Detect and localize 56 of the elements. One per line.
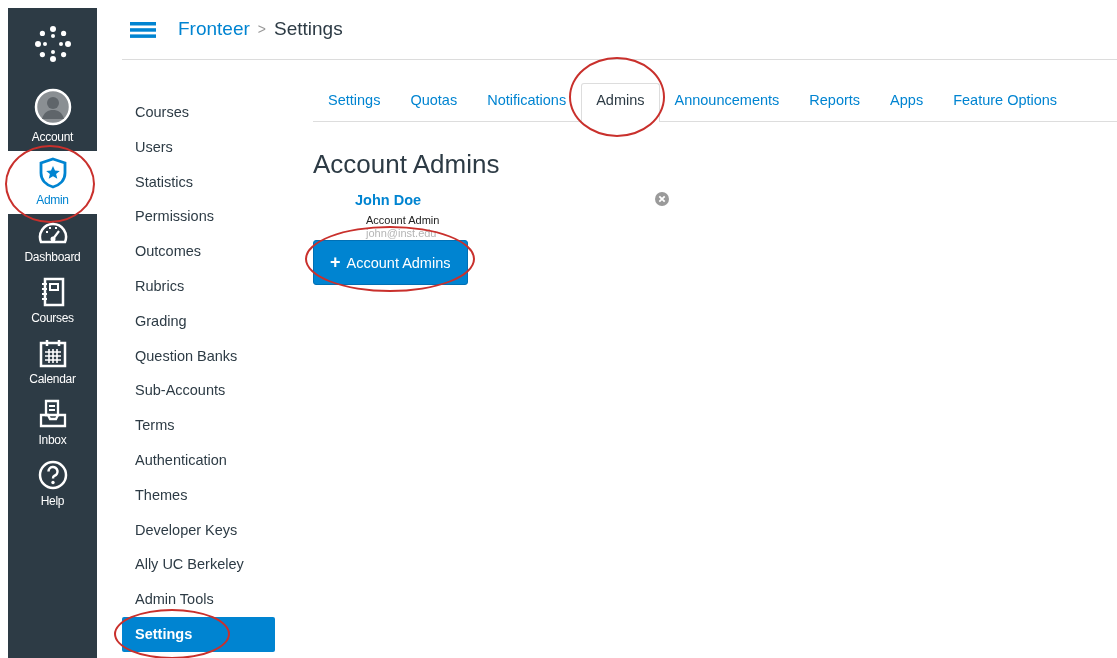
account-nav-item[interactable]: Statistics bbox=[122, 164, 275, 200]
nav-item[interactable]: Dashboard bbox=[8, 214, 97, 271]
breadcrumb-current: Settings bbox=[274, 17, 343, 42]
admin-email: john@inst.edu bbox=[366, 228, 438, 239]
account-nav-item[interactable]: Outcomes bbox=[122, 234, 275, 269]
nav-label: Dashboard bbox=[24, 249, 81, 266]
nav-item[interactable]: Courses bbox=[8, 271, 97, 332]
account-nav-item[interactable]: Settings bbox=[122, 616, 275, 652]
avatar-icon bbox=[33, 88, 72, 126]
nav-label: Courses bbox=[31, 310, 74, 327]
nav-label: Calendar bbox=[29, 371, 76, 388]
page-heading: Account Admins bbox=[313, 149, 501, 181]
nav-label: Help bbox=[40, 493, 65, 510]
nav-item[interactable]: Calendar bbox=[8, 332, 97, 393]
nav-item[interactable]: Admin bbox=[8, 151, 97, 214]
inbox-icon bbox=[37, 399, 68, 429]
logo-icon[interactable] bbox=[33, 25, 72, 63]
account-nav-item[interactable]: Themes bbox=[122, 477, 275, 513]
tab[interactable]: Admins bbox=[581, 83, 660, 122]
nav-item[interactable]: Help bbox=[8, 454, 97, 515]
account-nav-item[interactable]: Authentication bbox=[122, 442, 275, 478]
nav-item[interactable]: Account bbox=[8, 80, 97, 151]
nav-label: Admin bbox=[36, 192, 69, 209]
account-nav-item[interactable]: Grading bbox=[122, 303, 275, 339]
help-icon bbox=[37, 460, 68, 490]
admin-role: Account Admin bbox=[366, 212, 441, 228]
breadcrumb-separator: > bbox=[257, 20, 266, 39]
account-nav-item[interactable]: Users bbox=[122, 129, 275, 165]
tab[interactable]: Feature Options bbox=[938, 83, 1073, 121]
tab[interactable]: Reports bbox=[794, 83, 876, 121]
account-nav-item[interactable]: Courses bbox=[122, 95, 275, 130]
account-nav-item[interactable]: Terms bbox=[122, 408, 275, 443]
nav-label: Account bbox=[31, 129, 74, 146]
breadcrumb-link[interactable]: Fronteer bbox=[178, 15, 250, 44]
nav-label: Inbox bbox=[38, 432, 67, 449]
account-nav-item[interactable]: Permissions bbox=[122, 199, 275, 235]
account-nav-item[interactable]: Admin Tools bbox=[122, 582, 275, 617]
nav-item[interactable]: Inbox bbox=[8, 393, 97, 454]
account-nav-item[interactable]: Developer Keys bbox=[122, 512, 275, 548]
add-admin-button[interactable]: + Account Admins bbox=[313, 240, 468, 286]
account-nav-item[interactable]: Ally UC Berkeley bbox=[122, 547, 275, 583]
tab[interactable]: Notifications bbox=[472, 83, 582, 121]
tab[interactable]: Settings bbox=[313, 83, 396, 121]
calendar-icon bbox=[37, 338, 68, 368]
tab[interactable]: Announcements bbox=[659, 83, 795, 121]
remove-icon[interactable] bbox=[655, 192, 669, 207]
tab[interactable]: Quotas bbox=[395, 83, 473, 121]
menu-icon[interactable] bbox=[130, 21, 156, 38]
shield-icon bbox=[37, 157, 68, 189]
account-nav-item[interactable]: Rubrics bbox=[122, 269, 275, 304]
account-nav-item[interactable]: Question Banks bbox=[122, 338, 275, 374]
admin-name-link[interactable]: John Doe bbox=[355, 190, 655, 212]
account-nav-item[interactable]: Sub-Accounts bbox=[122, 373, 275, 409]
gauge-icon bbox=[37, 220, 68, 246]
book-icon bbox=[39, 277, 66, 307]
tab[interactable]: Apps bbox=[875, 83, 939, 121]
